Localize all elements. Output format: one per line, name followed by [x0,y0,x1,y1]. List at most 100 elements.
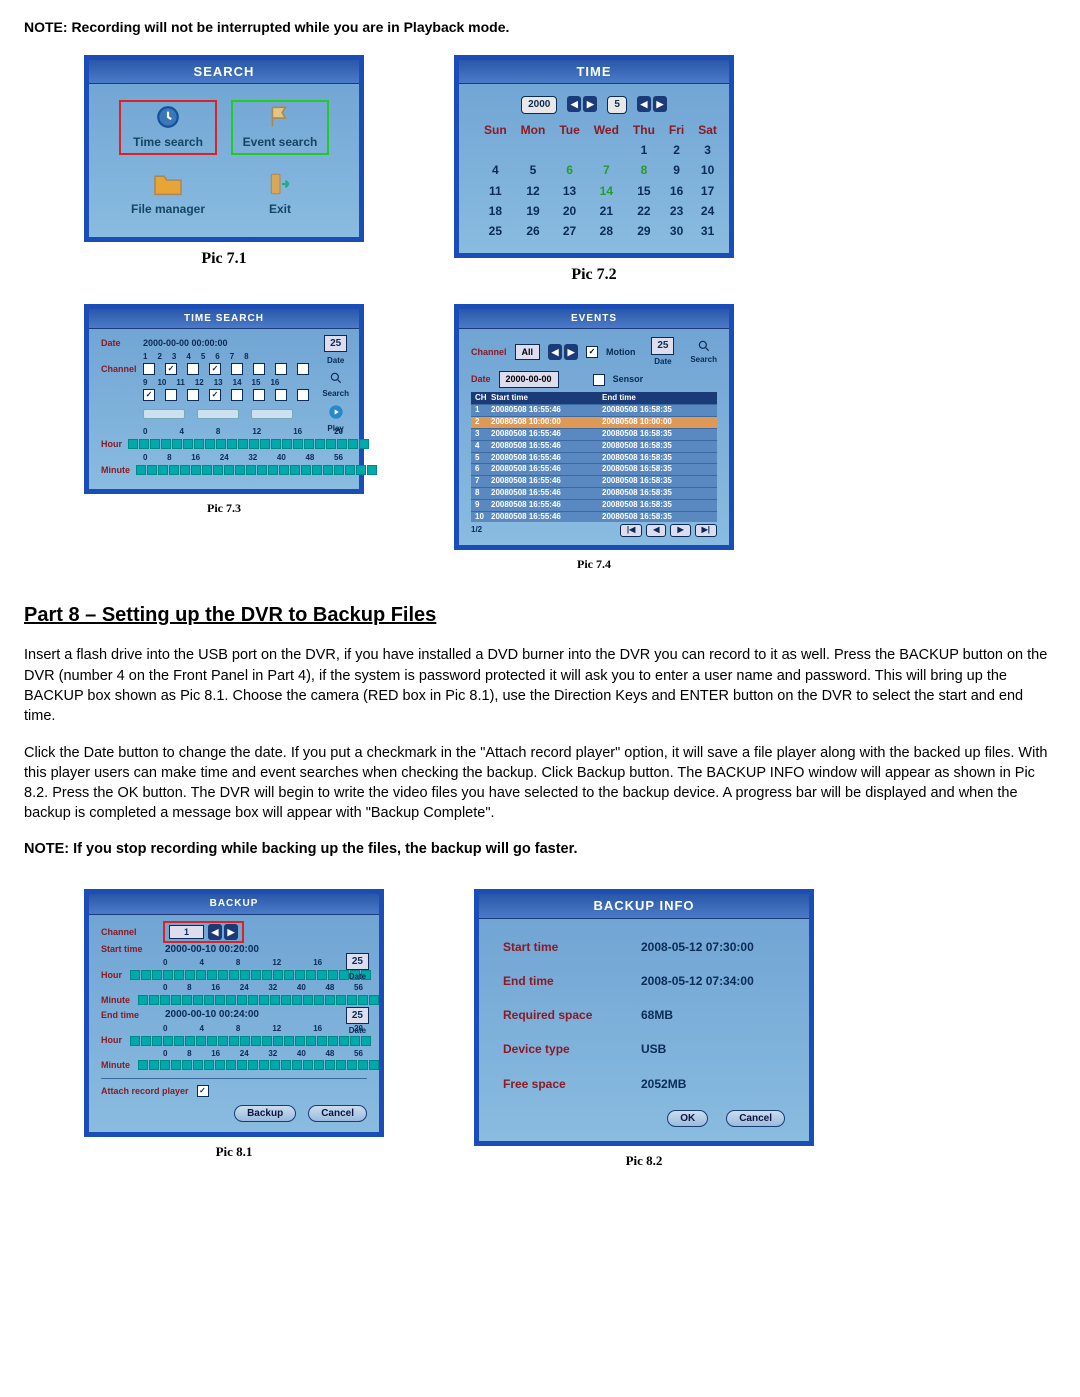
bar-segment[interactable] [149,1060,159,1070]
event-row[interactable]: 320080508 16:55:4620080508 16:58:35 [471,428,717,440]
bar-segment[interactable] [315,439,325,449]
cancel-button[interactable]: Cancel [726,1110,785,1128]
bar-segment[interactable] [216,439,226,449]
bar-segment[interactable] [326,439,336,449]
channel-check[interactable] [231,363,243,375]
channel-check[interactable] [187,389,199,401]
bar-segment[interactable] [262,1036,272,1046]
bar-segment[interactable] [169,465,179,475]
bk-hour-bars-2[interactable] [130,1036,371,1046]
next-icon[interactable]: ▶ [224,924,238,940]
bar-segment[interactable] [163,970,173,980]
cal-cell[interactable]: 2 [669,142,684,158]
bar-segment[interactable] [240,970,250,980]
bar-segment[interactable] [196,1036,206,1046]
bar-segment[interactable] [334,465,344,475]
bar-segment[interactable] [193,995,203,1005]
motion-check[interactable] [586,346,598,358]
cal-cell[interactable]: 15 [633,183,655,199]
bar-segment[interactable] [141,970,151,980]
bar-segment[interactable] [314,995,324,1005]
bar-segment[interactable] [182,1060,192,1070]
channel-check[interactable] [165,389,177,401]
bar-segment[interactable] [183,439,193,449]
bar-segment[interactable] [215,1060,225,1070]
ev-nav[interactable]: |◀ ◀ ▶ ▶| [620,524,717,537]
bar-segment[interactable] [259,1060,269,1070]
bar-segment[interactable] [336,995,346,1005]
bar-segment[interactable] [138,995,148,1005]
bar-segment[interactable] [237,1060,247,1070]
date-button[interactable]: 25 [651,337,674,355]
search-icon[interactable] [697,339,711,353]
bar-segment[interactable] [160,1060,170,1070]
bar-segment[interactable] [348,439,358,449]
bar-segment[interactable] [152,1036,162,1046]
bar-segment[interactable] [317,970,327,980]
bar-segment[interactable] [358,995,368,1005]
prev-icon[interactable]: ◀ [567,96,581,112]
bk-min-bars-2[interactable] [138,1060,379,1070]
cal-cell[interactable]: 6 [559,162,579,178]
bar-segment[interactable] [356,465,366,475]
event-row[interactable]: 820080508 16:55:4620080508 16:58:35 [471,487,717,499]
cal-cell[interactable]: 3 [698,142,717,158]
event-row[interactable]: 720080508 16:55:4620080508 16:58:35 [471,475,717,487]
channel-check[interactable] [143,389,155,401]
bar-segment[interactable] [160,995,170,1005]
ev-ch-arrows[interactable]: ◀▶ [548,344,578,360]
bar-segment[interactable] [262,970,272,980]
bar-segment[interactable] [259,995,269,1005]
cal-cell[interactable]: 27 [559,223,579,239]
cal-cell[interactable]: 14 [594,183,619,199]
bar-segment[interactable] [227,439,237,449]
bar-segment[interactable] [248,995,258,1005]
bar-segment[interactable] [182,995,192,1005]
cancel-button[interactable]: Cancel [308,1105,367,1123]
next-icon[interactable]: ▶ [564,344,578,360]
bar-segment[interactable] [229,1036,239,1046]
cal-cell[interactable]: 13 [559,183,579,199]
bar-segment[interactable] [249,439,259,449]
event-row[interactable]: 220080508 10:00:0020080508 10:00:00 [471,416,717,428]
bar-segment[interactable] [229,970,239,980]
bar-segment[interactable] [282,439,292,449]
bar-segment[interactable] [218,1036,228,1046]
channel-redbox[interactable]: 1 ◀▶ [165,923,242,941]
bar-segment[interactable] [270,995,280,1005]
bar-segment[interactable] [147,465,157,475]
bar-segment[interactable] [215,995,225,1005]
cal-cell[interactable]: 30 [669,223,684,239]
channel-check[interactable] [187,363,199,375]
ch-checks-1[interactable] [143,363,309,375]
date-button-1[interactable]: 25 [346,953,369,971]
first-icon[interactable]: |◀ [620,524,642,537]
cal-cell[interactable]: 18 [484,203,507,219]
bar-segment[interactable] [130,970,140,980]
bar-segment[interactable] [218,970,228,980]
bar-segment[interactable] [207,970,217,980]
file-manager-item[interactable]: File manager [121,171,215,217]
channel-check[interactable] [143,363,155,375]
sensor-check[interactable] [593,374,605,386]
bar-segment[interactable] [273,970,283,980]
bar-segment[interactable] [359,439,369,449]
bar-segment[interactable] [246,465,256,475]
bar-segment[interactable] [163,1036,173,1046]
bar-segment[interactable] [347,995,357,1005]
search-icon[interactable] [329,371,343,385]
bar-segment[interactable] [293,439,303,449]
bar-segment[interactable] [304,439,314,449]
bar-segment[interactable] [158,465,168,475]
cal-cell[interactable]: 26 [521,223,546,239]
bar-segment[interactable] [347,1060,357,1070]
bar-segment[interactable] [193,1060,203,1070]
cal-cell[interactable]: 12 [521,183,546,199]
cal-cell[interactable]: 10 [698,162,717,178]
exit-item[interactable]: Exit [233,171,327,217]
cal-cell[interactable]: 29 [633,223,655,239]
backup-button[interactable]: Backup [234,1105,296,1123]
bar-segment[interactable] [328,1036,338,1046]
bar-segment[interactable] [306,1036,316,1046]
ch-checks-2[interactable] [143,389,347,401]
